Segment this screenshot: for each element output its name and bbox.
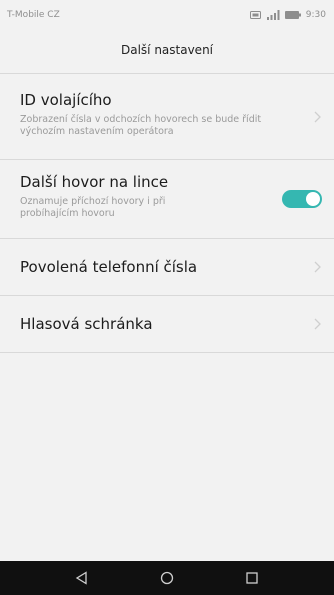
status-bar: T-Mobile CZ 9:30 [0,0,334,30]
setting-fixed-dialing[interactable]: Povolená telefonní čísla [0,239,334,296]
chevron-right-icon [314,111,321,122]
back-icon [76,571,87,585]
setting-title: Povolená telefonní čísla [20,258,198,276]
page-title: Další nastavení [120,43,214,57]
setting-call-waiting[interactable]: Další hovor na lince Oznamuje příchozí h… [0,160,334,239]
setting-subtitle: Oznamuje příchozí hovory i při probíhají… [20,196,166,219]
setting-subtitle: Zobrazení čísla v odchozích hovorech se … [20,114,262,137]
chevron-right-icon [314,318,321,330]
status-icons: 9:30 [249,10,326,20]
setting-voicemail[interactable]: Hlasová schránka [0,296,334,353]
recents-button[interactable] [232,561,272,595]
battery-icon [284,11,301,19]
clock-label: 9:30 [305,10,326,20]
call-waiting-toggle[interactable] [282,190,322,208]
toggle-knob [306,192,320,206]
signal-icon [266,10,280,20]
setting-title: ID volajícího [20,91,112,109]
setting-title: Další hovor na lince [20,173,169,191]
screen: T-Mobile CZ 9:30 Další nastavení ID vola… [0,0,334,595]
setting-caller-id[interactable]: ID volajícího Zobrazení čísla v odchozíc… [0,73,334,160]
home-button[interactable] [147,561,187,595]
setting-title: Hlasová schránka [20,315,153,333]
back-button[interactable] [62,561,102,595]
chevron-right-icon [314,261,321,273]
carrier-label: T-Mobile CZ [7,10,60,20]
sim-icon [249,11,261,19]
home-icon [160,571,174,585]
recents-icon [245,572,258,584]
navigation-bar [0,561,334,595]
settings-list: ID volajícího Zobrazení čísla v odchozíc… [0,73,334,353]
